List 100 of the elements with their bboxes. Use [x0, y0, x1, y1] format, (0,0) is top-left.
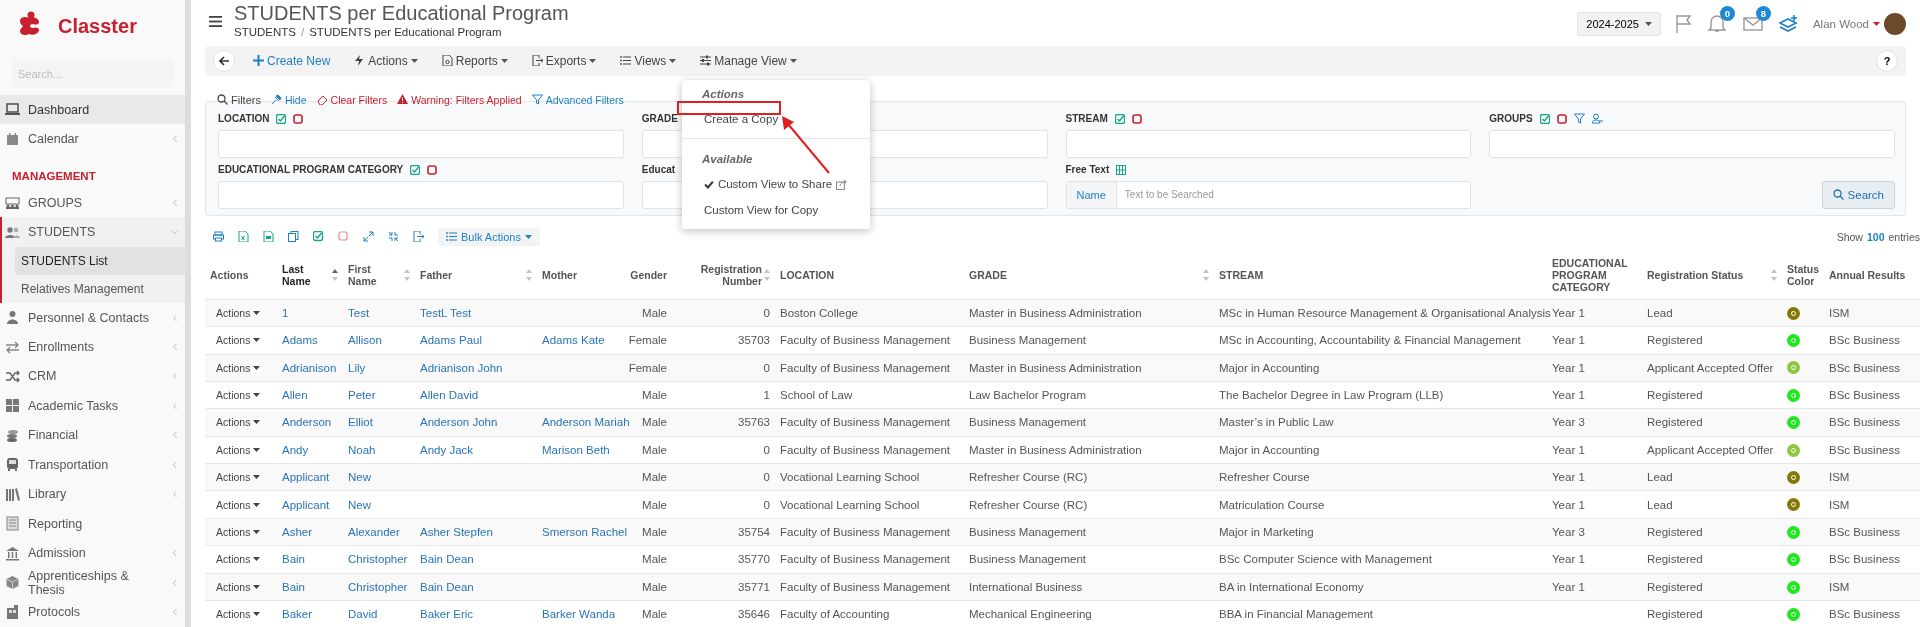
- table-cell: ISM: [1829, 498, 1850, 511]
- table-cell: BSc Business: [1829, 416, 1900, 429]
- table-cell: BBA in Financial Management: [1219, 608, 1374, 621]
- field-label: Educat: [641, 164, 676, 176]
- table-cell: 35770: [738, 553, 770, 566]
- table-cell: Vocational Learning School: [780, 471, 920, 484]
- filters-label: Filters: [217, 93, 261, 106]
- column-header: STREAM: [1219, 269, 1264, 282]
- table-cell: BSc Business: [1829, 361, 1900, 374]
- table-cell: International Business: [969, 580, 1083, 593]
- column-header: Mother: [542, 269, 577, 282]
- table-cell: Male: [642, 416, 667, 429]
- table-cell: Faculty of Business Management: [780, 526, 951, 539]
- table-cell: Faculty of Accounting: [780, 608, 890, 621]
- table-cell: Registered: [1647, 580, 1703, 593]
- table-cell: Registered: [1647, 553, 1703, 566]
- table-cell: Faculty of Business Management: [780, 416, 951, 429]
- table-cell: Major in Accounting: [1219, 361, 1320, 374]
- table-cell: Refresher Course: [1219, 471, 1310, 484]
- table-cell: Year 1: [1552, 471, 1585, 484]
- warning-text: Warning: Filters Applied: [397, 93, 522, 106]
- column-header: Actions: [210, 269, 249, 282]
- table-cell: Faculty of Business Management: [780, 443, 951, 456]
- table-cell: Business Management: [969, 553, 1086, 566]
- table-cell: Applicant Accepted Offer: [1647, 443, 1774, 456]
- table-cell: Law Bachelor Program: [969, 389, 1086, 402]
- column-header: Status Color: [1787, 263, 1820, 288]
- table-cell: Business Management: [969, 416, 1086, 429]
- table-cell: Male: [642, 580, 667, 593]
- table-cell: Year 1: [1552, 580, 1585, 593]
- table-cell: Year 1: [1552, 389, 1585, 402]
- message-badge: 8: [1755, 6, 1771, 21]
- table-cell: Matriculation Course: [1219, 498, 1325, 511]
- table-cell: Registered: [1647, 526, 1703, 539]
- table-cell: 1: [763, 389, 770, 402]
- table-cell: Faculty of Business Management: [780, 580, 951, 593]
- table-cell: Boston College: [780, 306, 858, 319]
- table-cell: Refresher Course (RC): [969, 498, 1088, 511]
- table-cell: BSc Business: [1829, 526, 1900, 539]
- table-cell: Registered: [1647, 334, 1703, 347]
- table-cell: Major in Marketing: [1219, 526, 1314, 539]
- notification-badge: 0: [1719, 6, 1735, 21]
- table-cell: Lead: [1647, 471, 1673, 484]
- table-cell: 35646: [738, 608, 770, 621]
- column-header: Gender: [630, 269, 667, 282]
- table-cell: ISM: [1829, 306, 1850, 319]
- table-cell: Male: [642, 526, 667, 539]
- field-label: LOCATION: [218, 113, 270, 125]
- table-cell: ISM: [1829, 471, 1850, 484]
- table-cell: Lead: [1647, 306, 1673, 319]
- table-cell: 35703: [738, 334, 770, 347]
- table-cell: ISM: [1829, 580, 1850, 593]
- table-cell: 35763: [738, 416, 770, 429]
- table-cell: BSc Business: [1829, 334, 1900, 347]
- table-cell: BA in International Economy: [1219, 580, 1364, 593]
- table-cell: Year 1: [1552, 553, 1585, 566]
- table-cell: Male: [642, 471, 667, 484]
- table-cell: BSc Computer Science with Management: [1219, 553, 1432, 566]
- table-cell: 35771: [738, 580, 770, 593]
- table-cell: MSc in Human Resource Management & Organisational Analysis: [1219, 306, 1551, 319]
- table-cell: 0: [763, 361, 770, 374]
- table-cell: Lead: [1647, 498, 1673, 511]
- table-cell: Vocational Learning School: [780, 498, 920, 511]
- column-header: EDUCATIONAL PROGRAM CATEGORY: [1552, 257, 1629, 294]
- field-label: GRADE: [641, 113, 678, 125]
- table-cell: Year 1: [1552, 306, 1585, 319]
- table-cell: Faculty of Business Management: [780, 553, 951, 566]
- table-cell: Master in Business Administration: [969, 306, 1142, 319]
- table-cell: Male: [642, 553, 667, 566]
- table-cell: Registered: [1647, 608, 1703, 621]
- field-label: EDUCATIONAL PROGRAM CATEGORY: [218, 164, 404, 176]
- table-cell: BSc Business: [1829, 443, 1900, 456]
- breadcrumb-separator: /: [301, 26, 305, 38]
- table-cell: 0: [763, 498, 770, 511]
- table-cell: Year 3: [1552, 416, 1585, 429]
- table-cell: The Bachelor Degree in Law Program (LLB): [1219, 389, 1444, 402]
- table-cell: Female: [628, 361, 667, 374]
- column-header: Annual Results: [1829, 269, 1906, 282]
- field-label: STREAM: [1065, 113, 1108, 125]
- menu-heading: Available: [701, 152, 754, 167]
- table-cell: Male: [642, 443, 667, 456]
- brand-name: Classter: [58, 14, 137, 38]
- table-cell: Mechanical Engineering: [969, 608, 1092, 621]
- table-cell: Faculty of Business Management: [780, 361, 951, 374]
- table-cell: Year 3: [1552, 526, 1585, 539]
- table-cell: Year 1: [1552, 334, 1585, 347]
- column-header: LOCATION: [780, 269, 835, 282]
- section-heading: MANAGEMENT: [11, 168, 97, 184]
- table-cell: Master’s in Public Law: [1219, 416, 1334, 429]
- table-cell: 0: [763, 471, 770, 484]
- table-cell: Master in Business Administration: [969, 443, 1142, 456]
- field-label: Free Text: [1065, 164, 1110, 176]
- table-cell: Faculty of Business Management: [780, 334, 951, 347]
- table-cell: 0: [763, 306, 770, 319]
- table-cell: 0: [763, 443, 770, 456]
- table-cell: Major in Accounting: [1219, 443, 1320, 456]
- table-cell: School of Law: [780, 389, 853, 402]
- table-cell: 35754: [738, 526, 770, 539]
- table-cell: MSc in Accounting, Accountability & Financial Management: [1219, 334, 1521, 347]
- table-cell: Refresher Course (RC): [969, 471, 1088, 484]
